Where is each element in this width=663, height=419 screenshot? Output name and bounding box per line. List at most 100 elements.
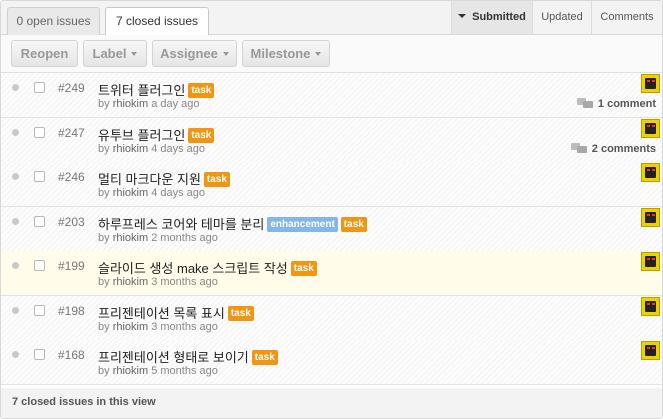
user-avatar[interactable] <box>641 163 660 182</box>
issue-label-task[interactable]: task <box>227 306 254 322</box>
issue-title[interactable]: 프리젠테이션 목록 표시 task <box>98 303 254 322</box>
issue-label-task[interactable]: task <box>188 83 215 99</box>
reopen-button[interactable]: Reopen <box>11 40 78 67</box>
user-avatar[interactable] <box>641 208 660 227</box>
issue-row[interactable]: #199 슬라이드 생성 make 스크립트 작성 task by rhiokim 3… <box>1 251 662 296</box>
issue-by-prefix: by <box>98 365 110 377</box>
issue-checkbox[interactable] <box>34 82 45 93</box>
issue-state-dot <box>12 351 19 358</box>
issue-comment-count[interactable]: 2 comments <box>570 142 656 155</box>
issue-time: 2 months ago <box>151 232 218 244</box>
issue-meta: by rhiokim 5 months ago <box>98 365 218 377</box>
issue-number[interactable]: #247 <box>58 126 85 140</box>
issue-row[interactable]: #246 멀티 마크다운 지원 task by rhiokim 4 days ago <box>1 162 662 207</box>
issue-label-enhancement[interactable]: enhancement <box>267 217 338 233</box>
issue-title[interactable]: 멀티 마크다운 지원 task <box>98 169 230 188</box>
issue-checkbox[interactable] <box>34 216 45 227</box>
issue-label-task[interactable]: task <box>290 261 317 277</box>
issue-number[interactable]: #203 <box>58 215 85 229</box>
issue-state-dot <box>12 218 19 225</box>
issue-author[interactable]: rhiokim <box>113 365 148 377</box>
user-avatar[interactable] <box>641 252 660 271</box>
issue-title-text[interactable]: 슬라이드 생성 make 스크립트 작성 <box>98 261 288 276</box>
issue-row[interactable]: #198 프리젠테이션 목록 표시 task by rhiokim 3 months … <box>1 296 662 341</box>
issue-number[interactable]: #198 <box>58 304 85 318</box>
issue-number[interactable]: #246 <box>58 170 85 184</box>
issue-row[interactable]: #168 프리젠테이션 형태로 보이기 task by rhiokim 5 month… <box>1 340 662 385</box>
list-footer: 7 closed issues in this view <box>1 388 662 418</box>
tab-open-issues[interactable]: 0 open issues <box>7 7 100 35</box>
issue-author[interactable]: rhiokim <box>113 187 148 199</box>
issue-time: 4 days ago <box>151 143 206 155</box>
issue-author[interactable]: rhiokim <box>113 98 148 110</box>
sort-submitted[interactable]: Submitted <box>451 1 532 34</box>
issue-title-text[interactable]: 프리젠테이션 형태로 보이기 <box>98 350 249 365</box>
label-dropdown-label: Label <box>92 46 127 61</box>
issue-title[interactable]: 프리젠테이션 형태로 보이기 task <box>98 347 278 366</box>
issue-state-dot <box>12 262 19 269</box>
issue-label-task[interactable]: task <box>203 172 230 188</box>
issue-row[interactable]: #203 하루프레스 코어와 테마를 분리 enhancement task by rh… <box>1 207 662 252</box>
label-dropdown[interactable]: Label <box>83 40 147 67</box>
chevron-down-icon <box>222 51 229 56</box>
issue-meta: by rhiokim 3 months ago <box>98 321 218 333</box>
issue-state-dot <box>12 129 19 136</box>
issue-author[interactable]: rhiokim <box>113 276 148 288</box>
issue-state-dot <box>12 307 19 314</box>
issue-state-dot <box>12 84 19 91</box>
issue-title-text[interactable]: 멀티 마크다운 지원 <box>98 172 201 187</box>
issue-author[interactable]: rhiokim <box>113 143 148 155</box>
issue-number[interactable]: #168 <box>58 348 85 362</box>
issue-checkbox[interactable] <box>34 349 45 360</box>
issue-title-text[interactable]: 하루프레스 코어와 테마를 분리 <box>98 217 264 232</box>
milestone-dropdown[interactable]: Milestone <box>242 40 330 67</box>
tab-closed-issues[interactable]: 7 closed issues <box>105 7 209 36</box>
issue-title[interactable]: 슬라이드 생성 make 스크립트 작성 task <box>98 258 317 277</box>
issue-label-task[interactable]: task <box>251 350 278 366</box>
issue-title[interactable]: 하루프레스 코어와 테마를 분리 enhancement task <box>98 214 367 233</box>
caret-down-icon <box>458 14 467 19</box>
issue-by-prefix: by <box>98 143 110 155</box>
user-avatar[interactable] <box>641 119 660 138</box>
issue-time: a day ago <box>151 98 200 110</box>
footer-summary: 7 closed issues in this view <box>12 396 156 408</box>
issue-checkbox[interactable] <box>34 305 45 316</box>
issue-meta: by rhiokim 3 months ago <box>98 276 218 288</box>
issue-title-text[interactable]: 트위터 플러그인 <box>98 83 185 98</box>
issue-time: 4 days ago <box>151 187 206 199</box>
issue-by-prefix: by <box>98 187 110 199</box>
issue-number[interactable]: #249 <box>58 81 85 95</box>
issue-author[interactable]: rhiokim <box>113 232 148 244</box>
issues-panel: 0 open issues 7 closed issues Submitted … <box>0 0 663 419</box>
assignee-dropdown[interactable]: Assignee <box>152 40 237 67</box>
milestone-dropdown-label: Milestone <box>250 46 311 61</box>
issue-by-prefix: by <box>98 276 110 288</box>
issue-label-task[interactable]: task <box>340 217 367 233</box>
sort-updated[interactable]: Updated <box>532 1 591 34</box>
issue-checkbox[interactable] <box>34 260 45 271</box>
issue-title-text[interactable]: 유투브 플러그인 <box>98 128 185 143</box>
issue-comment-count[interactable]: 1 comment <box>576 97 656 110</box>
user-avatar[interactable] <box>641 297 660 316</box>
issue-title[interactable]: 트위터 플러그인 task <box>98 80 215 99</box>
issue-title[interactable]: 유투브 플러그인 task <box>98 125 215 144</box>
issue-row[interactable]: #249 트위터 플러그인 task by rhiokim a day ago 1 co… <box>1 73 662 118</box>
issue-time: 3 months ago <box>151 276 218 288</box>
issue-label-task[interactable]: task <box>188 128 215 144</box>
issue-checkbox[interactable] <box>34 171 45 182</box>
issue-time: 5 months ago <box>151 365 218 377</box>
issue-meta: by rhiokim 4 days ago <box>98 187 205 199</box>
issue-checkbox[interactable] <box>34 127 45 138</box>
issue-row[interactable]: #247 유투브 플러그인 task by rhiokim 4 days ago 2 c… <box>1 118 662 163</box>
user-avatar[interactable] <box>641 341 660 360</box>
issue-state-tabs: 0 open issues 7 closed issues Submitted … <box>1 1 662 36</box>
user-avatar[interactable] <box>641 74 660 93</box>
issue-by-prefix: by <box>98 232 110 244</box>
issue-author[interactable]: rhiokim <box>113 321 148 333</box>
comment-bubbles-icon <box>576 97 593 109</box>
issue-title-text[interactable]: 프리젠테이션 목록 표시 <box>98 306 225 321</box>
issue-number[interactable]: #199 <box>58 259 85 273</box>
sort-comments[interactable]: Comments <box>591 1 662 34</box>
issue-meta: by rhiokim 2 months ago <box>98 232 218 244</box>
issue-meta: by rhiokim a day ago <box>98 98 200 110</box>
